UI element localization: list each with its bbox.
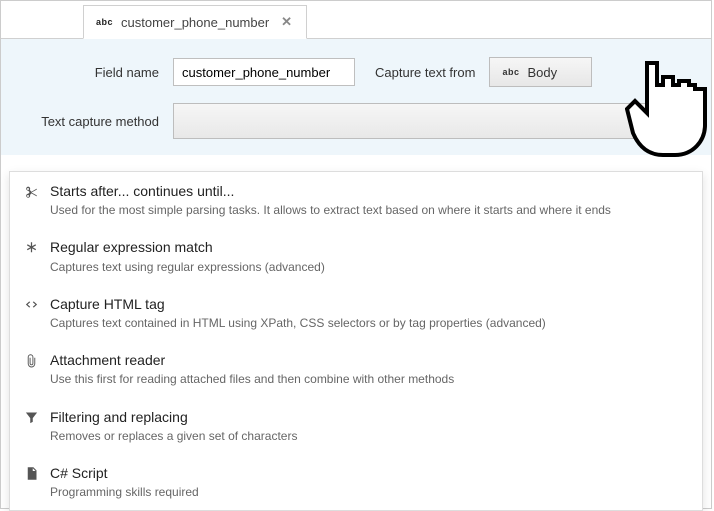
- tab-active[interactable]: abc customer_phone_number ✕: [83, 5, 307, 39]
- method-item-attachment[interactable]: Attachment reader Use this first for rea…: [10, 341, 702, 397]
- abc-icon: abc: [96, 17, 113, 27]
- method-desc: Programming skills required: [50, 484, 688, 500]
- paperclip-icon: [22, 352, 40, 370]
- field-name-label: Field name: [19, 65, 173, 80]
- method-desc: Captures text contained in HTML using XP…: [50, 315, 688, 331]
- method-item-starts-after[interactable]: Starts after... continues until... Used …: [10, 172, 702, 228]
- method-dropdown[interactable]: [173, 103, 693, 139]
- script-icon: [22, 465, 40, 483]
- field-name-input[interactable]: [173, 58, 355, 86]
- abc-icon: abc: [502, 67, 519, 77]
- filter-icon: [22, 409, 40, 427]
- config-panel: Field name Capture text from abc Body Te…: [1, 39, 711, 155]
- capture-from-button[interactable]: abc Body: [489, 57, 592, 87]
- method-desc: Removes or replaces a given set of chara…: [50, 428, 688, 444]
- method-title: Attachment reader: [50, 351, 688, 369]
- method-title: Starts after... continues until...: [50, 182, 688, 200]
- method-item-csharp[interactable]: C# Script Programming skills required: [10, 454, 702, 510]
- method-desc: Captures text using regular expressions …: [50, 259, 688, 275]
- tab-strip: abc customer_phone_number ✕: [1, 1, 711, 39]
- method-desc: Use this first for reading attached file…: [50, 371, 688, 387]
- method-item-regex[interactable]: Regular expression match Captures text u…: [10, 228, 702, 284]
- method-desc: Used for the most simple parsing tasks. …: [50, 202, 688, 218]
- tab-title: customer_phone_number: [121, 15, 269, 30]
- method-label: Text capture method: [19, 114, 173, 129]
- method-title: Filtering and replacing: [50, 408, 688, 426]
- method-item-html-tag[interactable]: Capture HTML tag Captures text contained…: [10, 285, 702, 341]
- method-dropdown-list: Starts after... continues until... Used …: [9, 171, 703, 511]
- method-title: C# Script: [50, 464, 688, 482]
- capture-from-label: Capture text from: [375, 65, 475, 80]
- scissors-icon: [22, 183, 40, 201]
- close-icon[interactable]: ✕: [281, 14, 292, 30]
- asterisk-icon: [22, 239, 40, 257]
- capture-from-value: Body: [527, 65, 557, 80]
- code-icon: [22, 296, 40, 314]
- method-item-filtering[interactable]: Filtering and replacing Removes or repla…: [10, 398, 702, 454]
- method-title: Capture HTML tag: [50, 295, 688, 313]
- method-title: Regular expression match: [50, 238, 688, 256]
